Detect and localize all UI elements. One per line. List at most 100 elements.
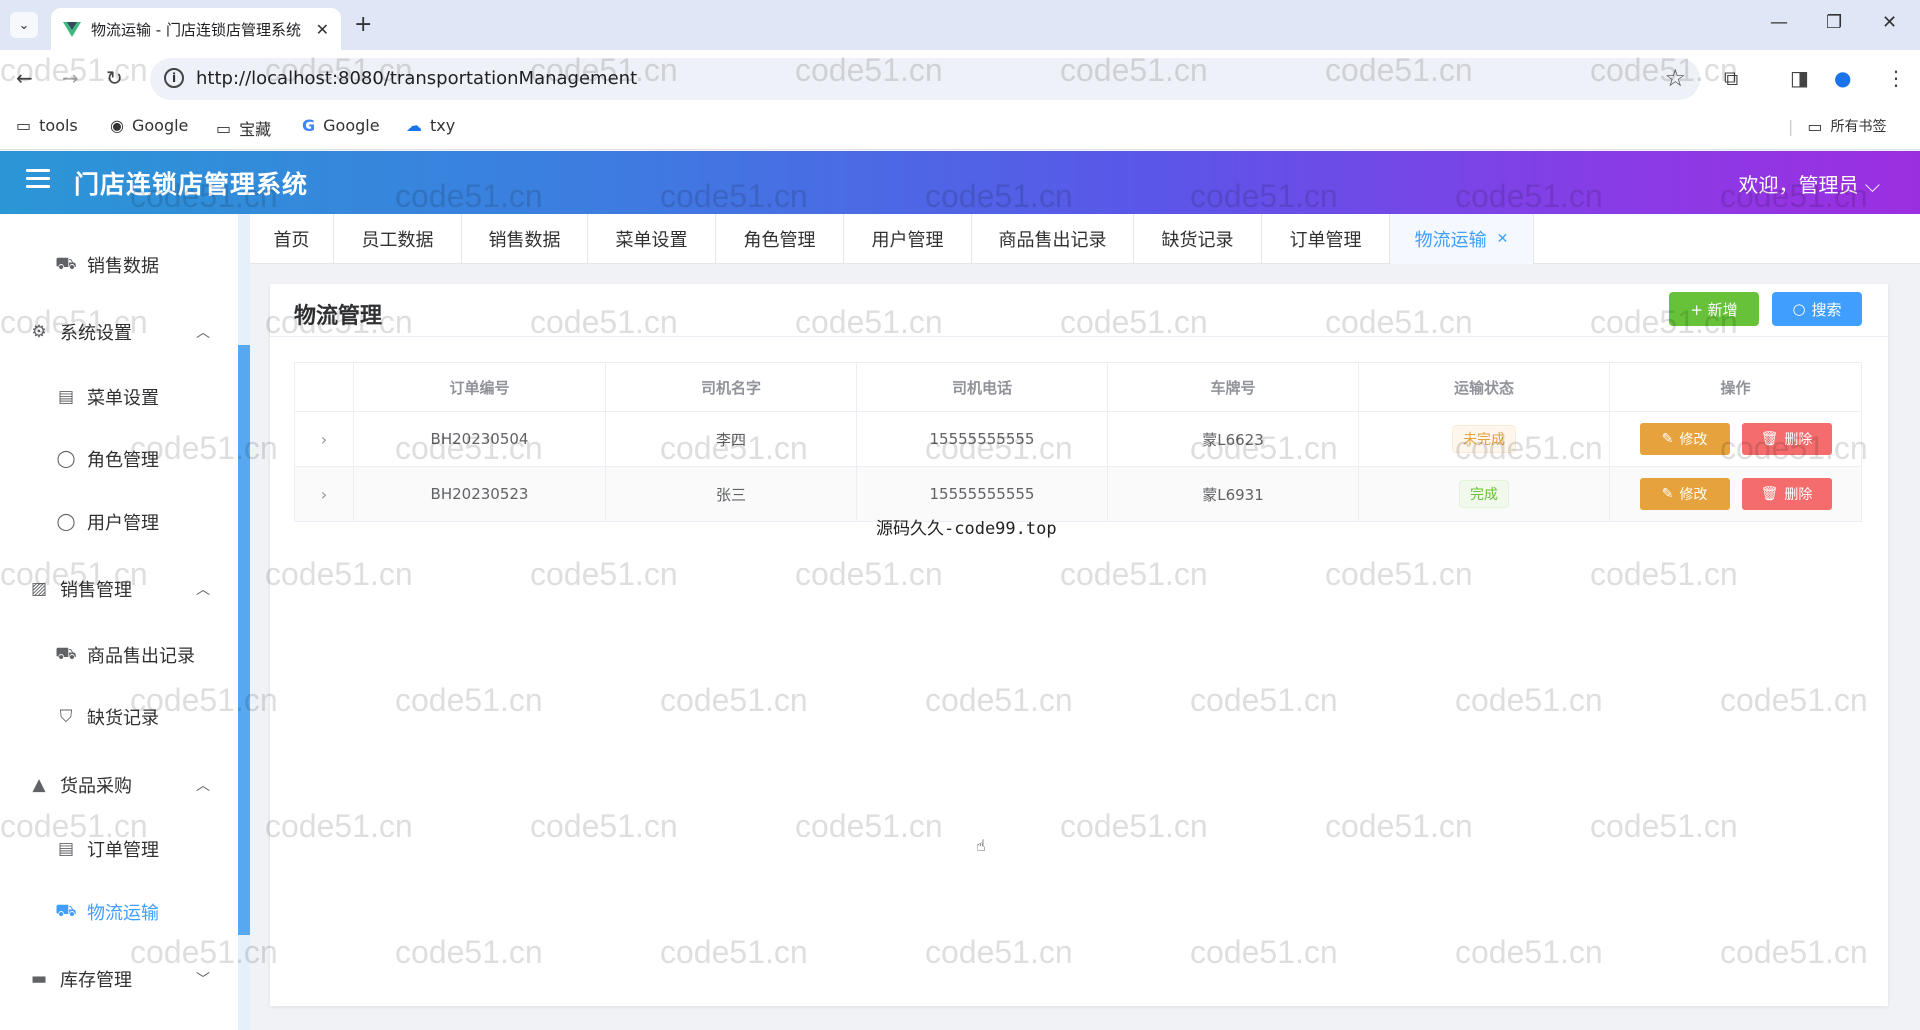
- bookmark-txy[interactable]: ☁ txy: [406, 116, 455, 135]
- status-cell: 未完成: [1359, 412, 1610, 466]
- edit-icon: ✎: [1661, 431, 1674, 447]
- edit-button[interactable]: ✎ 修改: [1639, 423, 1730, 455]
- trash-icon: 🗑: [1760, 431, 1779, 447]
- sidebar-item-role-management[interactable]: ◯ 角色管理: [0, 434, 238, 484]
- delete-button[interactable]: 🗑 删除: [1741, 478, 1832, 510]
- close-tab-icon[interactable]: ✕: [316, 20, 329, 39]
- tab-sales-records[interactable]: 商品售出记录: [972, 214, 1134, 264]
- driver-name: 李四: [606, 412, 857, 466]
- folder-icon: ▭: [1807, 116, 1823, 136]
- delete-button[interactable]: 🗑 删除: [1741, 423, 1832, 455]
- tab-employee-data[interactable]: 员工数据: [334, 214, 462, 264]
- sidepanel-icon[interactable]: ◨: [1790, 66, 1809, 90]
- chevron-up-icon: ︿: [196, 325, 210, 341]
- column-header-status: 运输状态: [1359, 363, 1610, 411]
- sidebar-group-sales-management[interactable]: ▨ 销售管理 ︿: [0, 564, 238, 614]
- tab-menu-settings[interactable]: 菜单设置: [588, 214, 716, 264]
- sidebar-item-sales-records[interactable]: ⛟ 商品售出记录: [0, 630, 238, 680]
- profile-icon[interactable]: ●: [1834, 66, 1851, 90]
- bookmarks-divider: |: [1788, 116, 1794, 136]
- sidebar-item-menu-settings[interactable]: ▤ 菜单设置: [0, 372, 238, 422]
- site-info-icon[interactable]: i: [164, 68, 184, 88]
- bookmark-treasure[interactable]: ▭ 宝藏: [216, 116, 271, 140]
- bookmark-star-icon[interactable]: ☆: [1664, 64, 1686, 92]
- new-tab-icon[interactable]: +: [354, 12, 372, 37]
- sidebar-item-sales-data[interactable]: ⛟ 销售数据: [0, 240, 238, 290]
- chevron-up-icon: ︿: [196, 582, 210, 598]
- page-title: 物流管理: [294, 304, 383, 329]
- menu-icon[interactable]: ⋮: [1886, 66, 1906, 90]
- all-bookmarks[interactable]: | ▭ 所有书签: [1788, 116, 1887, 136]
- truck-icon: ⛟: [55, 644, 77, 664]
- status-cell: 完成: [1359, 467, 1610, 521]
- bookmark-google-2[interactable]: G Google: [302, 116, 380, 135]
- browser-tab-title: 物流运输 - 门店连锁店管理系统: [91, 20, 301, 39]
- actions-cell: ✎ 修改 🗑 删除: [1610, 467, 1862, 521]
- bookmarks-bar: [0, 108, 1920, 150]
- user-icon: ◯: [56, 449, 76, 469]
- url-text[interactable]: http://localhost:8080/transportationMana…: [196, 68, 637, 89]
- extensions-icon[interactable]: ⧉: [1724, 66, 1738, 90]
- driver-name: 张三: [606, 467, 857, 521]
- sidebar-item-order-management[interactable]: ▤ 订单管理: [0, 824, 238, 874]
- back-icon[interactable]: ←: [16, 66, 33, 90]
- omnibox[interactable]: i http://localhost:8080/transportationMa…: [150, 58, 1700, 100]
- table-row: › BH20230523 张三 15555555555 蒙L6931 完成 ✎ 修…: [294, 467, 1862, 522]
- column-header-order: 订单编号: [354, 363, 606, 411]
- column-header-plate: 车牌号: [1108, 363, 1359, 411]
- expand-cell[interactable]: ›: [294, 412, 354, 466]
- sidebar-scroll-thumb[interactable]: [238, 345, 250, 935]
- tab-sales-data[interactable]: 销售数据: [462, 214, 588, 264]
- browser-tabstrip: ⌄ 物流运输 - 门店连锁店管理系统 ✕ + — ❐ ✕: [0, 0, 1920, 50]
- user-icon: ◯: [56, 512, 76, 532]
- license-plate: 蒙L6931: [1108, 467, 1359, 521]
- reload-icon[interactable]: ↻: [106, 66, 123, 90]
- sidebar-item-shortage-records[interactable]: ⛉ 缺货记录: [0, 692, 238, 742]
- edit-icon: ✎: [1661, 486, 1674, 502]
- license-plate: 蒙L6623: [1108, 412, 1359, 466]
- driver-phone: 15555555555: [857, 412, 1108, 466]
- truck-icon: ⛟: [55, 901, 77, 921]
- tab-role-management[interactable]: 角色管理: [716, 214, 844, 264]
- cloud-icon: ☁: [406, 116, 422, 135]
- restore-icon[interactable]: ❐: [1826, 12, 1842, 33]
- add-button[interactable]: + 新增: [1669, 292, 1759, 326]
- google-icon: G: [302, 116, 316, 135]
- sidebar-group-procurement[interactable]: ▲ 货品采购 ︿: [0, 760, 238, 810]
- forward-icon[interactable]: →: [62, 66, 79, 90]
- tab-user-management[interactable]: 用户管理: [844, 214, 972, 264]
- sidebar-group-system-settings[interactable]: ⚙ 系统设置 ︿: [0, 307, 238, 357]
- close-tab-icon[interactable]: ✕: [1497, 231, 1509, 247]
- sidebar-item-user-management[interactable]: ◯ 用户管理: [0, 497, 238, 547]
- tab-logistics[interactable]: 物流运输 ✕: [1390, 214, 1534, 264]
- browser-tab[interactable]: 物流运输 - 门店连锁店管理系统 ✕: [51, 8, 341, 50]
- overlay-watermark-text: 源码久久-code99.top: [876, 519, 1057, 539]
- minimize-icon[interactable]: —: [1770, 12, 1788, 33]
- sidebar-item-logistics[interactable]: ⛟ 物流运输: [0, 887, 238, 937]
- search-button[interactable]: ○ 搜索: [1772, 292, 1862, 326]
- user-menu[interactable]: 欢迎，管理员 ⌵: [1738, 169, 1880, 198]
- document-icon: ▤: [57, 387, 75, 407]
- edit-button[interactable]: ✎ 修改: [1639, 478, 1730, 510]
- chevron-right-icon[interactable]: ›: [321, 430, 327, 449]
- tab-shortage-records[interactable]: 缺货记录: [1134, 214, 1262, 264]
- title-divider: [270, 336, 1888, 337]
- actions-cell: ✎ 修改 🗑 删除: [1610, 412, 1862, 466]
- tab-search-icon[interactable]: ⌄: [10, 12, 38, 38]
- bag-icon: ⛉: [59, 707, 73, 727]
- tab-order-management[interactable]: 订单管理: [1262, 214, 1390, 264]
- hamburger-menu-icon[interactable]: [26, 169, 50, 189]
- trash-icon: 🗑: [1760, 486, 1779, 502]
- order-number: BH20230523: [354, 467, 606, 521]
- gear-icon: ⚙: [31, 322, 47, 342]
- column-header-actions: 操作: [1610, 363, 1862, 411]
- tab-home[interactable]: 首页: [250, 214, 334, 264]
- chevron-right-icon[interactable]: ›: [321, 485, 327, 504]
- bookmark-tools[interactable]: ▭ tools: [16, 116, 78, 135]
- bookmark-google[interactable]: ◉ Google: [110, 116, 188, 135]
- logistics-table: 订单编号 司机名字 司机电话 车牌号 运输状态 操作 › BH20230504 …: [294, 362, 1862, 522]
- expand-cell[interactable]: ›: [294, 467, 354, 521]
- window-close-icon[interactable]: ✕: [1882, 12, 1897, 33]
- table-header: 订单编号 司机名字 司机电话 车牌号 运输状态 操作: [294, 362, 1862, 412]
- sidebar-group-inventory[interactable]: ▬ 库存管理 ﹀: [0, 954, 238, 1004]
